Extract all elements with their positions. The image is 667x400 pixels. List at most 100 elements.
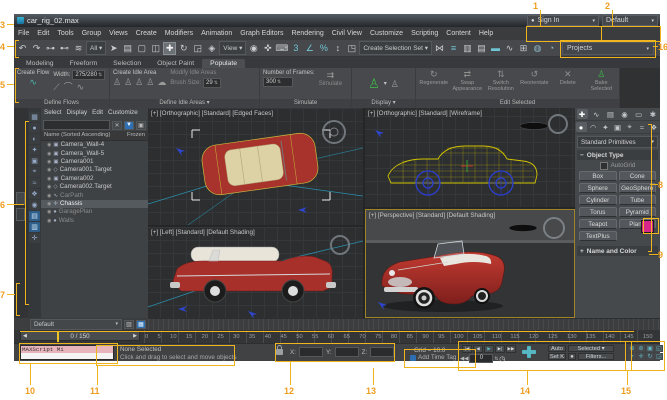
explorer-display-helpers-icon[interactable]: ⌖ [29,167,40,177]
scene-explorer-toggle-icon[interactable]: ▥ [461,42,474,55]
explorer-row-camera002-target[interactable]: ◇ Camera002.Target [41,183,148,191]
create-tab-icon[interactable]: ✚ [577,109,588,119]
next-key-icon[interactable]: ▶ [133,333,137,339]
explorer-row-camera001-target[interactable]: ◇ Camera001.Target [41,166,148,174]
viewport-label[interactable]: [+] [Perspective] [Standard] [Default Sh… [369,212,495,219]
layer-explorer-toggle-icon[interactable]: ▤ [475,42,488,55]
regenerate-button[interactable]: ↻ Regenerate [419,70,448,86]
create-flow-button[interactable]: Create Flow ∿ [17,70,49,87]
named-selection-set-dropdown[interactable]: Create Selection Set ▾ [359,41,432,55]
percent-snap-icon[interactable]: % [317,42,330,55]
redo-icon[interactable]: ↷ [30,42,43,55]
reorientate-button[interactable]: ↺ Reorientate [520,70,549,86]
bake-selected-button[interactable]: ♙ Bake Selected [587,70,616,92]
delete-button[interactable]: ✕ Delete [553,70,582,86]
tab-freeform[interactable]: Freeform [62,59,106,68]
tab-modeling[interactable]: Modeling [18,59,62,68]
lights-category-icon[interactable]: ✦ [600,122,611,132]
schematic-view-icon[interactable]: ⊞ [517,42,530,55]
time-slider[interactable]: ◀ 0 / 150 ▶ [20,331,140,341]
viewport-perspective[interactable]: [+] [Perspective] [Standard] [Default Sh… [365,209,575,318]
tab-object-paint[interactable]: Object Paint [149,59,202,68]
geometry-category-icon[interactable]: ● [576,122,587,132]
mirror-icon[interactable]: ⋈ [433,42,446,55]
ribbon-toggle-icon[interactable]: ▬ [489,42,502,55]
explorer-display-materials-icon[interactable]: ❖ [29,189,40,199]
explorer-menu-item[interactable]: Select [44,109,62,119]
viewport-orthographic-top[interactable]: [+] [Orthographic] [Standard] [Edged Fac… [148,108,363,225]
edit-named-selection-sets-icon[interactable]: ◳ [345,42,358,55]
reference-coordinate-dropdown[interactable]: View ▾ [219,41,246,55]
visibility-icon[interactable] [47,158,51,166]
shapes-category-icon[interactable]: ◠ [588,122,599,132]
viewport-label[interactable]: [+] [Left] [Standard] [Default Shading] [151,229,255,236]
menu-item[interactable]: Create [132,30,161,37]
explorer-display-spacewarps-icon[interactable]: ≈ [29,178,40,188]
column-header-frozen[interactable]: Frozen [127,131,145,140]
window-crossing-toggle-icon[interactable]: ◫ [149,42,162,55]
menu-item[interactable]: Graph Editors [236,30,287,37]
idle-area-3-icon[interactable]: ♙ [135,77,143,87]
viewport-label[interactable]: [+] [Orthographic] [Standard] [Wireframe… [368,110,482,117]
explorer-menu-item[interactable]: Display [67,109,88,119]
explorer-menu-item[interactable]: Customize [108,109,138,119]
explorer-search-input[interactable] [43,120,110,130]
prev-key-icon[interactable]: ◀ [23,333,27,339]
visibility-icon[interactable] [47,150,51,158]
explorer-pick-icon[interactable]: ✛ [29,233,40,243]
explorer-display-shapes-icon[interactable]: ◐ [29,134,40,144]
explorer-row-camera-wall-5[interactable]: ▣ Camera_Wall-5 [41,149,148,157]
display-ghost-icon[interactable]: ♙ [391,79,399,89]
column-header-name[interactable]: Name (Sorted Ascending) [44,131,110,140]
explorer-sync-selection-icon[interactable]: ▥ [29,222,40,232]
flow-width-spinner[interactable]: 275/280⇅ [72,70,105,80]
menu-item[interactable]: Scripting [407,30,442,37]
menu-item[interactable]: Customize [366,30,407,37]
select-and-manipulate-icon[interactable]: ✜ [261,42,274,55]
select-and-rotate-icon[interactable]: ↻ [177,42,190,55]
unlink-selection-icon[interactable]: ⊷ [58,42,71,55]
layout-tab-2[interactable] [16,208,25,221]
display-people-icon[interactable]: ♙ [368,79,380,89]
explorer-row-carpath[interactable]: ∿ CarPath [41,191,148,199]
select-and-place-icon[interactable]: ◈ [205,42,218,55]
visibility-icon[interactable] [47,192,51,200]
hierarchy-tab-icon[interactable]: ▤ [605,109,616,119]
snaps-toggle-icon[interactable]: 3 [289,42,302,55]
angle-snap-icon[interactable]: ∠ [303,42,316,55]
select-object-icon[interactable]: ➤ [107,42,120,55]
menu-item[interactable]: Content [442,30,475,37]
visibility-icon[interactable] [47,175,51,183]
modify-tab-icon[interactable]: ∿ [591,109,602,119]
sphere-button[interactable]: Sphere [579,183,617,193]
utilities-tab-icon[interactable]: ✱ [647,109,658,119]
selection-set-footer-dropdown[interactable]: Default▾ [30,319,122,330]
cylinder-button[interactable]: Cylinder [579,195,617,205]
sign-in-dropdown[interactable]: ● Sign In ▾ [527,15,599,26]
explorer-grid-icon[interactable]: ▦ [136,320,146,329]
render-setup-icon[interactable]: ◔ [545,42,558,55]
keyboard-override-icon[interactable]: ⌨ [275,42,288,55]
explorer-row-camera002[interactable]: ▣ Camera002 [41,175,148,183]
visibility-icon[interactable] [47,183,51,191]
helpers-category-icon[interactable]: ⌖ [624,122,635,132]
viewport-orthographic-wireframe[interactable]: [+] [Orthographic] [Standard] [Wireframe… [365,108,575,207]
select-and-scale-icon[interactable]: ◲ [191,42,204,55]
flow-style-1-icon[interactable]: ⟋ [53,82,59,92]
clear-search-icon[interactable]: ✕ [112,121,122,130]
selection-filter-dropdown[interactable]: All ▾ [86,41,106,55]
teapot-button[interactable]: Teapot [579,219,617,229]
lock-icon[interactable]: ▣ [136,121,146,130]
flow-style-3-icon[interactable]: ∿ [77,82,85,92]
idle-area-1-icon[interactable]: ♙ [113,77,121,87]
use-pivot-center-icon[interactable]: ◉ [247,42,260,55]
visibility-icon[interactable] [47,217,51,225]
explorer-row-camera001[interactable]: ▣ Camera001 [41,158,148,166]
menu-item[interactable]: Group [78,30,105,37]
visibility-icon[interactable] [47,200,51,208]
menu-item[interactable]: Views [105,30,132,37]
spacewarps-category-icon[interactable]: ≈ [636,122,647,132]
explorer-row-camera-wall-4[interactable]: ▣ Camera_Wall-4 [41,141,148,149]
select-and-move-icon[interactable]: ✚ [163,42,176,55]
explorer-display-lights-icon[interactable]: ✦ [29,145,40,155]
